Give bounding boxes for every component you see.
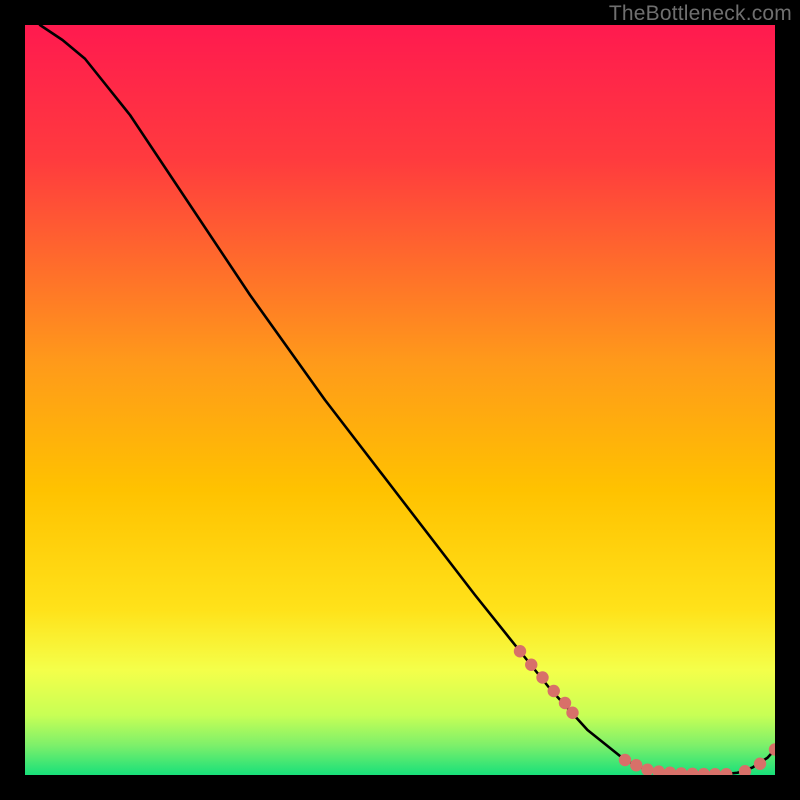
- data-marker: [630, 759, 642, 771]
- data-marker: [536, 671, 548, 683]
- watermark-text: TheBottleneck.com: [609, 2, 792, 26]
- data-marker: [548, 685, 560, 697]
- data-marker: [709, 768, 721, 775]
- data-marker: [698, 768, 710, 775]
- data-marker: [525, 659, 537, 671]
- data-marker: [619, 754, 631, 766]
- data-marker: [686, 768, 698, 775]
- data-marker: [653, 765, 665, 775]
- data-marker: [559, 697, 571, 709]
- data-marker: [754, 758, 766, 770]
- data-marker: [739, 765, 751, 775]
- marker-group: [514, 645, 775, 775]
- data-marker: [675, 767, 687, 775]
- curve-layer: [25, 25, 775, 775]
- bottleneck-curve: [40, 25, 775, 774]
- data-marker: [514, 645, 526, 657]
- data-marker: [720, 768, 732, 775]
- data-marker: [664, 767, 676, 775]
- plot-area: [25, 25, 775, 775]
- data-marker: [566, 707, 578, 719]
- chart-stage: TheBottleneck.com: [0, 0, 800, 800]
- data-marker: [641, 764, 653, 775]
